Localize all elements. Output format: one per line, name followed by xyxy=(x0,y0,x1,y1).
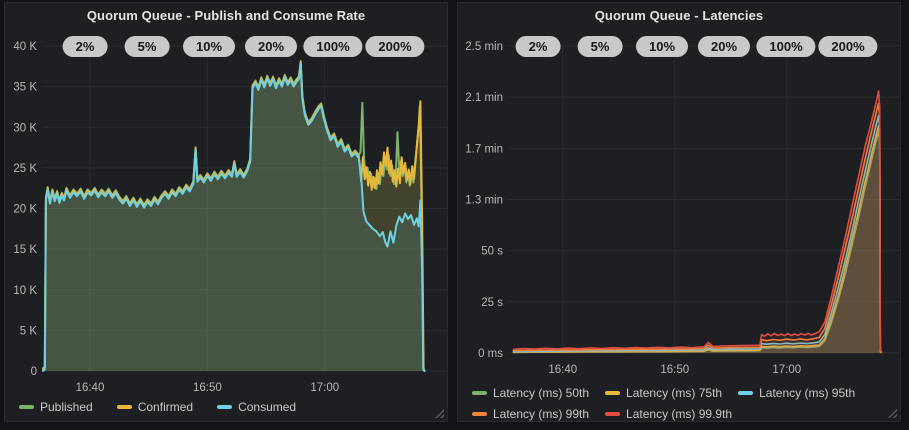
legend-swatch-icon xyxy=(472,412,487,416)
legend-swatch-icon xyxy=(738,391,753,395)
chart-legend: Published Confirmed Consumed xyxy=(19,400,296,414)
panel-resize-handle[interactable] xyxy=(434,408,444,418)
legend-item-Latency (ms) 95th[interactable]: Latency (ms) 95th xyxy=(738,386,855,400)
panel-resize-handle[interactable] xyxy=(887,408,897,418)
x-tick-label: 16:50 xyxy=(193,382,222,394)
legend-label: Consumed xyxy=(238,400,296,414)
legend-item-Confirmed[interactable]: Confirmed xyxy=(117,400,193,414)
y-tick-label: 25 K xyxy=(13,163,37,175)
annotation-pill-200%[interactable]: 200% xyxy=(365,36,424,57)
legend-label: Latency (ms) 95th xyxy=(759,386,855,400)
plot-area[interactable] xyxy=(509,46,901,353)
annotation-pill-5%[interactable]: 5% xyxy=(125,36,170,57)
y-tick-label: 25 s xyxy=(481,297,503,309)
legend-item-Published[interactable]: Published xyxy=(19,400,93,414)
legend-label: Latency (ms) 50th xyxy=(493,386,589,400)
y-tick-label: 10 K xyxy=(13,285,37,297)
y-tick-label: 15 K xyxy=(13,244,37,256)
legend-swatch-icon xyxy=(19,405,34,409)
legend-label: Published xyxy=(40,400,93,414)
y-tick-label: 50 s xyxy=(481,246,503,258)
panel-title[interactable]: Quorum Queue - Publish and Consume Rate xyxy=(5,8,447,23)
publish-consume-rate-chart[interactable]: 05 K10 K15 K20 K25 K30 K35 K40 K16:4016:… xyxy=(5,3,449,423)
legend-swatch-icon xyxy=(472,391,487,395)
panel-title[interactable]: Quorum Queue - Latencies xyxy=(458,8,900,23)
annotation-pill-20%[interactable]: 20% xyxy=(698,36,750,57)
y-tick-label: 30 K xyxy=(13,122,37,134)
annotation-pill-10%[interactable]: 10% xyxy=(636,36,688,57)
annotation-pill-row: 2% 5% 10% 20% 100%200% xyxy=(5,36,447,57)
latencies-chart[interactable]: 0 ms25 s50 s1.3 min1.7 min2.1 min2.5 min… xyxy=(458,3,902,423)
y-tick-label: 35 K xyxy=(13,82,37,94)
y-tick-label: 5 K xyxy=(20,325,38,337)
legend-label: Latency (ms) 99th xyxy=(493,407,589,421)
chart-legend: Latency (ms) 50th Latency (ms) 75th Latenc… xyxy=(472,386,874,421)
y-tick-label: 0 xyxy=(31,366,37,378)
legend-swatch-icon xyxy=(605,412,620,416)
annotation-pill-10%[interactable]: 10% xyxy=(183,36,235,57)
annotation-pill-20%[interactable]: 20% xyxy=(245,36,297,57)
panel-latencies: Quorum Queue - Latencies 0 ms 25 s 50 s 1.3… xyxy=(457,2,901,422)
annotation-pill-row: 2% 5% 10% 20% 100%200% xyxy=(458,36,900,57)
legend-swatch-icon xyxy=(605,391,620,395)
annotation-pill-100%[interactable]: 100% xyxy=(756,36,815,57)
plot-area[interactable] xyxy=(43,46,448,371)
annotation-pill-2%[interactable]: 2% xyxy=(63,36,108,57)
annotation-pill-2%[interactable]: 2% xyxy=(516,36,561,57)
legend-item-Latency (ms) 99th[interactable]: Latency (ms) 99th xyxy=(472,407,589,421)
y-tick-label: 20 K xyxy=(13,204,37,216)
legend-item-Latency (ms) 50th[interactable]: Latency (ms) 50th xyxy=(472,386,589,400)
annotation-pill-5%[interactable]: 5% xyxy=(578,36,623,57)
annotation-pill-200%[interactable]: 200% xyxy=(818,36,877,57)
x-tick-label: 16:40 xyxy=(548,364,577,376)
y-tick-label: 2.1 min xyxy=(465,92,503,104)
legend-swatch-icon xyxy=(117,405,132,409)
x-tick-label: 17:00 xyxy=(772,364,801,376)
annotation-pill-100%[interactable]: 100% xyxy=(303,36,362,57)
y-tick-label: 1.3 min xyxy=(465,195,503,207)
legend-item-Latency (ms) 75th[interactable]: Latency (ms) 75th xyxy=(605,386,722,400)
y-tick-label: 0 ms xyxy=(478,348,503,360)
legend-label: Latency (ms) 99.9th xyxy=(626,407,732,421)
legend-label: Confirmed xyxy=(138,400,193,414)
legend-item-Latency (ms) 99.9th[interactable]: Latency (ms) 99.9th xyxy=(605,407,732,421)
legend-item-Consumed[interactable]: Consumed xyxy=(217,400,296,414)
legend-label: Latency (ms) 75th xyxy=(626,386,722,400)
x-tick-label: 17:00 xyxy=(310,382,339,394)
x-tick-label: 16:40 xyxy=(76,382,105,394)
x-tick-label: 16:50 xyxy=(660,364,689,376)
panel-publish-consume-rate: Quorum Queue - Publish and Consume Rate … xyxy=(4,2,448,422)
y-tick-label: 1.7 min xyxy=(465,143,503,155)
legend-swatch-icon xyxy=(217,405,232,409)
